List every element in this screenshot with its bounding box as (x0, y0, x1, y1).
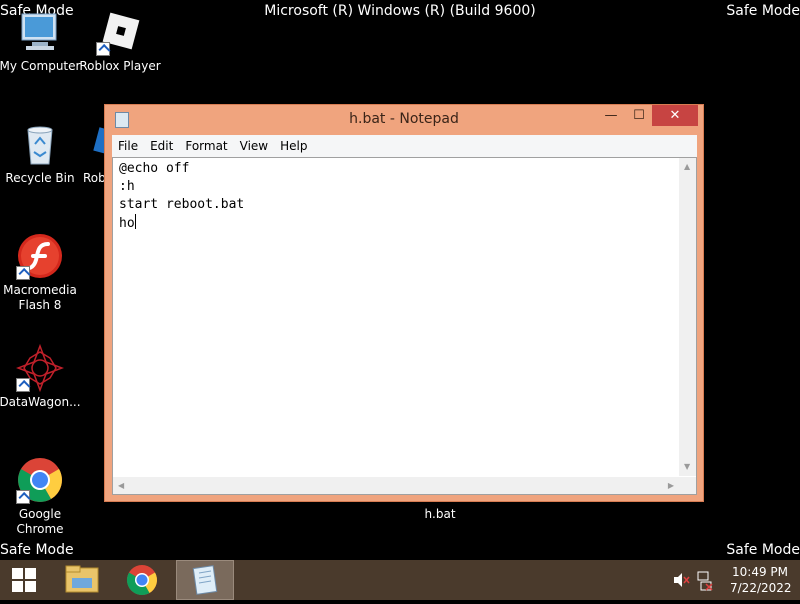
editor-content[interactable]: @echo off :h start reboot.bat ho (119, 160, 244, 233)
roblox-icon (96, 8, 144, 56)
shortcut-arrow-icon (96, 42, 110, 56)
notepad-icon[interactable] (176, 560, 234, 600)
menu-view[interactable]: View (234, 135, 274, 154)
network-disconnected-icon[interactable] (696, 560, 714, 600)
scroll-right-arrow-icon[interactable]: ▶ (668, 482, 674, 490)
menu-edit[interactable]: Edit (144, 135, 179, 154)
flash-icon (16, 232, 64, 280)
scroll-down-arrow-icon[interactable]: ▼ (684, 463, 690, 471)
menu-help[interactable]: Help (274, 135, 313, 154)
volume-muted-icon[interactable] (672, 560, 690, 600)
desktop-icon-google-chrome[interactable]: Google Chrome (0, 456, 82, 537)
maximize-button[interactable]: ☐ (626, 105, 652, 126)
menu-file[interactable]: File (112, 135, 144, 154)
datawagon-icon (15, 343, 65, 393)
recycle-bin-icon (16, 120, 64, 168)
desktop-icon-label: My Computer (0, 59, 81, 73)
desktop-icon-macromedia-flash[interactable]: Macromedia Flash 8 (0, 232, 82, 313)
desktop-icon-label: Roblox Player (79, 59, 161, 73)
horizontal-scrollbar[interactable]: ◀ ▶ (113, 477, 679, 494)
safe-mode-label-bottom-left: Safe Mode (0, 542, 74, 558)
shortcut-arrow-icon (16, 266, 30, 280)
file-caption: h.bat (424, 507, 456, 521)
taskbar-clock[interactable]: 10:49 PM 7/22/2022 (730, 564, 792, 596)
text-caret (134, 214, 136, 229)
chrome-icon (16, 456, 64, 504)
scroll-up-arrow-icon[interactable]: ▲ (684, 163, 690, 171)
menu-bar: File Edit Format View Help (112, 135, 697, 157)
clock-time: 10:49 PM (732, 565, 788, 579)
file-explorer-icon[interactable] (58, 560, 106, 600)
shortcut-arrow-icon (16, 378, 30, 392)
desktop-icon-label: Recycle Bin (5, 171, 75, 185)
desktop-icon-my-computer[interactable]: My Computer (0, 8, 82, 74)
desktop-icon-datawagon[interactable]: DataWagon... (0, 343, 82, 410)
vertical-scrollbar[interactable]: ▲ ▼ (679, 158, 696, 476)
scroll-left-arrow-icon[interactable]: ◀ (118, 482, 124, 490)
start-icon[interactable] (8, 560, 40, 600)
scrollbar-corner (679, 477, 696, 494)
text-editor[interactable]: @echo off :h start reboot.bat ho ▲ ▼ ◀ ▶ (112, 157, 697, 495)
safe-mode-label-bottom-right: Safe Mode (726, 542, 800, 558)
desktop-icon-roblox-player[interactable]: Roblox Player (78, 8, 162, 74)
desktop-icon-recycle-bin[interactable]: Recycle Bin (0, 120, 82, 186)
desktop-icon-label: Macromedia Flash 8 (3, 283, 77, 312)
menu-format[interactable]: Format (179, 135, 233, 154)
chrome-icon[interactable] (118, 560, 166, 600)
desktop-icon-label: DataWagon... (0, 395, 81, 409)
minimize-button[interactable]: — (598, 105, 624, 126)
window-title-bar[interactable]: h.bat - Notepad — ☐ ✕ (105, 105, 703, 135)
shortcut-arrow-icon (16, 490, 30, 504)
computer-icon (16, 8, 64, 56)
close-button[interactable]: ✕ (652, 105, 698, 126)
notepad-window[interactable]: h.bat - Notepad — ☐ ✕ File Edit Format View… (104, 104, 704, 502)
clock-date: 7/22/2022 (730, 581, 792, 595)
desktop-icon-label: Google Chrome (16, 507, 64, 536)
